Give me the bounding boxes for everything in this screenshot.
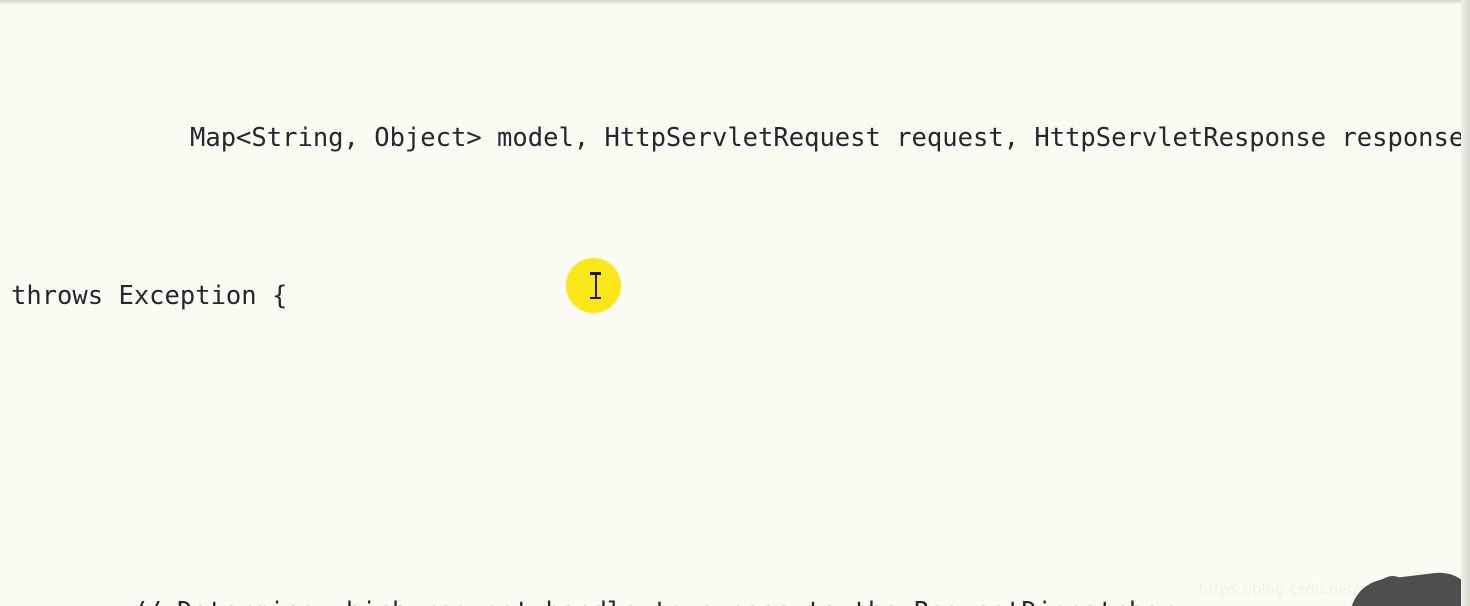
code-screenshot: Map<String, Object> model, HttpServletRe… bbox=[0, 0, 1470, 606]
code-line: throws Exception { bbox=[11, 280, 288, 311]
text-ibeam-cursor-icon bbox=[590, 272, 601, 299]
window-right-edge bbox=[1461, 0, 1470, 606]
code-block: Map<String, Object> model, HttpServletRe… bbox=[0, 0, 1470, 606]
code-line: Map<String, Object> model, HttpServletRe… bbox=[190, 122, 1470, 153]
